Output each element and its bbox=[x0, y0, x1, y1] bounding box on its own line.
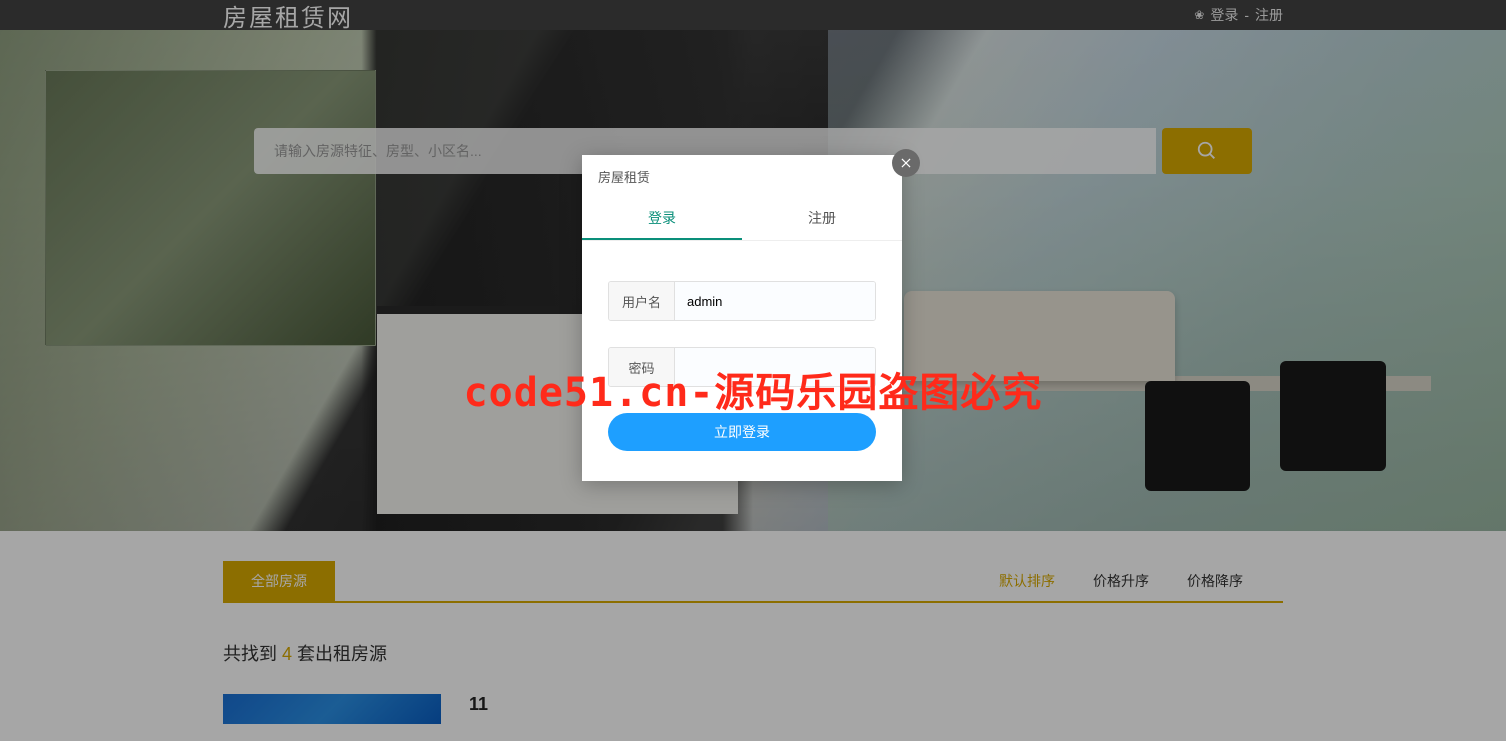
close-button[interactable] bbox=[892, 149, 920, 177]
modal-title: 房屋租赁 bbox=[582, 155, 902, 196]
submit-login-button[interactable]: 立即登录 bbox=[608, 413, 876, 451]
tab-register[interactable]: 注册 bbox=[742, 196, 902, 240]
modal-tabs: 登录 注册 bbox=[582, 196, 902, 241]
close-icon bbox=[899, 156, 913, 170]
modal-body: 用户名 密码 立即登录 bbox=[582, 241, 902, 481]
username-field-wrap: 用户名 bbox=[608, 281, 876, 321]
login-modal: 房屋租赁 登录 注册 用户名 密码 立即登录 bbox=[582, 155, 902, 481]
password-field[interactable] bbox=[675, 348, 875, 386]
password-field-wrap: 密码 bbox=[608, 347, 876, 387]
username-field[interactable] bbox=[675, 282, 875, 320]
username-label: 用户名 bbox=[609, 282, 675, 320]
tab-login[interactable]: 登录 bbox=[582, 196, 742, 240]
password-label: 密码 bbox=[609, 348, 675, 386]
